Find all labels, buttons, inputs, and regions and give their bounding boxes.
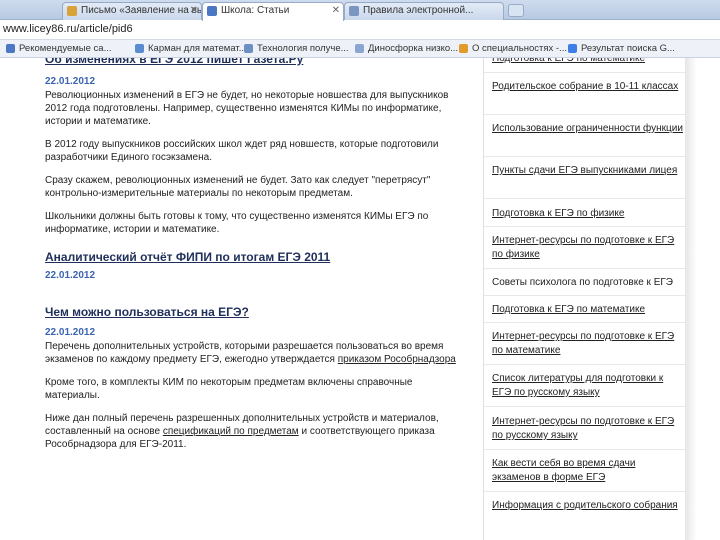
sidebar-link[interactable]: Интернет-ресурсы по подготовке к ЕГЭ по … [492, 234, 684, 262]
divider [484, 156, 686, 157]
tab-label: Письмо «Заявление на вы...» [81, 5, 201, 16]
sidebar: Подготовка к ЕГЭ по математике Родительс… [483, 58, 686, 540]
divider [484, 491, 686, 492]
google-icon [568, 44, 577, 53]
sidebar-link[interactable]: Подготовка к ЕГЭ по физике [492, 207, 684, 221]
page-content: Об изменениях в ЕГЭ 2012 пишет Газета.Ру… [0, 58, 720, 540]
specifications-link[interactable]: спецификаций по предметам [163, 426, 299, 437]
tab-label: Правила электронной... [363, 5, 474, 16]
sidebar-link[interactable]: Подготовка к ЕГЭ по математике [492, 303, 684, 317]
sidebar-link[interactable]: Подготовка к ЕГЭ по математике [492, 58, 684, 66]
article-paragraph: Кроме того, в комплекты КИМ по некоторым… [45, 377, 413, 401]
article-paragraph: Революционных изменений в ЕГЭ не будет, … [45, 90, 449, 127]
article-title-link[interactable]: Аналитический отчёт ФИПИ по итогам ЕГЭ 2… [45, 250, 465, 265]
new-tab-button[interactable] [508, 4, 524, 17]
article-paragraph: В 2012 году выпускников российских школ … [45, 139, 439, 163]
divider [484, 114, 686, 115]
divider [484, 364, 686, 365]
article-title-link[interactable]: Об изменениях в ЕГЭ 2012 пишет Газета.Ру [45, 58, 465, 67]
divider [484, 322, 686, 323]
divider [484, 406, 686, 407]
close-tab-icon[interactable]: ✕ [332, 3, 340, 19]
bookmark-icon [459, 44, 468, 53]
article: Аналитический отчёт ФИПИ по итогам ЕГЭ 2… [45, 250, 465, 283]
tab-rules[interactable]: Правила электронной... [344, 2, 504, 20]
sidebar-link[interactable]: Список литературы для подготовки к ЕГЭ п… [492, 372, 684, 400]
article-paragraph: Сразу скажем, революционных изменений не… [45, 175, 431, 199]
bookmark-icon [6, 44, 15, 53]
doc-favicon-icon [349, 6, 359, 16]
divider [484, 72, 686, 73]
sidebar-link[interactable]: Информация с родительского собрания [492, 499, 684, 513]
address-bar[interactable]: www.licey86.ru/article/pid6 [0, 20, 720, 40]
article-list: Об изменениях в ЕГЭ 2012 пишет Газета.Ру… [45, 58, 465, 455]
sidebar-shadow [685, 58, 697, 540]
article-title-link[interactable]: Чем можно пользоваться на ЕГЭ? [45, 305, 465, 320]
bookmark-icon [135, 44, 144, 53]
close-tab-icon[interactable]: ✕ [190, 3, 198, 19]
divider [484, 295, 686, 296]
sidebar-link[interactable]: Советы психолога по подготовке к ЕГЭ [492, 276, 684, 290]
divider [484, 268, 686, 269]
sidebar-link[interactable]: Пункты сдачи ЕГЭ выпускниками лицея [492, 164, 684, 178]
bookmark-icon [244, 44, 253, 53]
tab-label: Школа: Статьи [221, 5, 290, 16]
article-date: 22.01.2012 [45, 270, 96, 281]
sidebar-link[interactable]: Родительское собрание в 10-11 классах [492, 80, 684, 94]
bookmark-item[interactable]: О специальностях -... [459, 43, 567, 54]
tab-mail[interactable]: Письмо «Заявление на вы...» ✕ [62, 2, 202, 20]
article: Об изменениях в ЕГЭ 2012 пишет Газета.Ру [45, 58, 465, 67]
article-date: 22.01.2012 [45, 76, 96, 87]
sidebar-link[interactable]: Как вести себя во время сдачи экзаменов … [492, 457, 684, 485]
mail-favicon-icon [67, 6, 77, 16]
sidebar-link[interactable]: Интернет-ресурсы по подготовке к ЕГЭ по … [492, 330, 684, 358]
sidebar-link[interactable]: Интернет-ресурсы по подготовке к ЕГЭ по … [492, 415, 684, 443]
url-text[interactable]: www.licey86.ru/article/pid6 [3, 23, 133, 35]
bookmark-item[interactable]: Результат поиска G... [568, 43, 675, 54]
bookmark-item[interactable]: Технология получе... [244, 43, 349, 54]
bookmark-item[interactable]: Рекомендуемые са... [6, 43, 112, 54]
divider [484, 198, 686, 199]
order-link[interactable]: приказом Рособрнадзора [338, 354, 456, 365]
divider [484, 449, 686, 450]
article-date: 22.01.2012 [45, 327, 96, 338]
article: Чем можно пользоваться на ЕГЭ? 22.01.201… [45, 305, 465, 451]
article-paragraph: Ниже дан полный перечень разрешенных доп… [45, 413, 439, 450]
sidebar-link[interactable]: Использование ограниченности функции [492, 122, 684, 136]
bookmark-item[interactable]: Карман для математ... [135, 43, 247, 54]
bookmarks-bar: Рекомендуемые са... Карман для математ..… [0, 40, 720, 58]
article-paragraph: Школьники должны быть готовы к тому, что… [45, 211, 429, 235]
divider [484, 226, 686, 227]
site-favicon-icon [207, 6, 217, 16]
tab-bar: Письмо «Заявление на вы...» ✕ Школа: Ста… [0, 0, 720, 21]
bookmark-icon [355, 44, 364, 53]
tab-articles[interactable]: Школа: Статьи ✕ [202, 2, 344, 21]
article-paragraph: Перечень дополнительных устройств, котор… [45, 341, 456, 365]
bookmark-item[interactable]: Диносфорка низко... [355, 43, 458, 54]
